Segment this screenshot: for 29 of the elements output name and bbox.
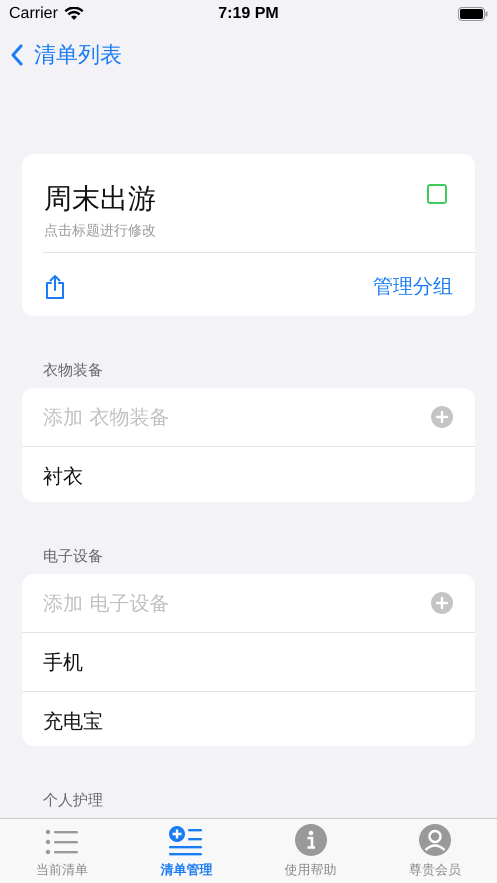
carrier-name: Carrier — [9, 5, 58, 23]
tab[interactable]: 当前清单 — [17, 819, 108, 883]
battery-icon — [458, 7, 488, 21]
item-label[interactable]: 充电宝 — [43, 708, 103, 735]
item-label[interactable]: 衬衣 — [43, 462, 83, 490]
tab[interactable]: 尊贵会员 — [390, 819, 480, 883]
add-item-field[interactable]: 添加 电子设备 — [43, 591, 431, 616]
status-time: 7:19 PM — [218, 5, 279, 23]
manage-groups-link[interactable]: 管理分组 — [373, 273, 453, 300]
section-header: 衣物装备 — [43, 361, 104, 380]
add-list-icon — [169, 826, 204, 856]
add-icon[interactable] — [431, 406, 453, 428]
list-icon — [45, 828, 80, 856]
edit-hint: 点击标题进行修改 — [44, 222, 156, 240]
tab[interactable]: 清单管理 — [141, 819, 232, 883]
back-icon[interactable] — [10, 43, 24, 67]
share-icon[interactable] — [44, 274, 66, 300]
add-icon[interactable] — [431, 592, 453, 614]
add-item-field[interactable]: 添加 衣物装备 — [43, 405, 431, 430]
list-checkbox[interactable] — [427, 184, 447, 204]
list-title[interactable]: 周末出游 — [44, 180, 156, 218]
section-header: 电子设备 — [43, 547, 104, 566]
wifi-icon — [64, 7, 84, 21]
tab[interactable]: 使用帮助 — [266, 819, 356, 883]
info-icon — [294, 824, 327, 856]
item-label[interactable]: 手机 — [43, 648, 83, 676]
back-button[interactable]: 清单列表 — [10, 40, 122, 70]
section-header: 个人护理 — [43, 791, 104, 810]
account-icon — [418, 824, 451, 856]
